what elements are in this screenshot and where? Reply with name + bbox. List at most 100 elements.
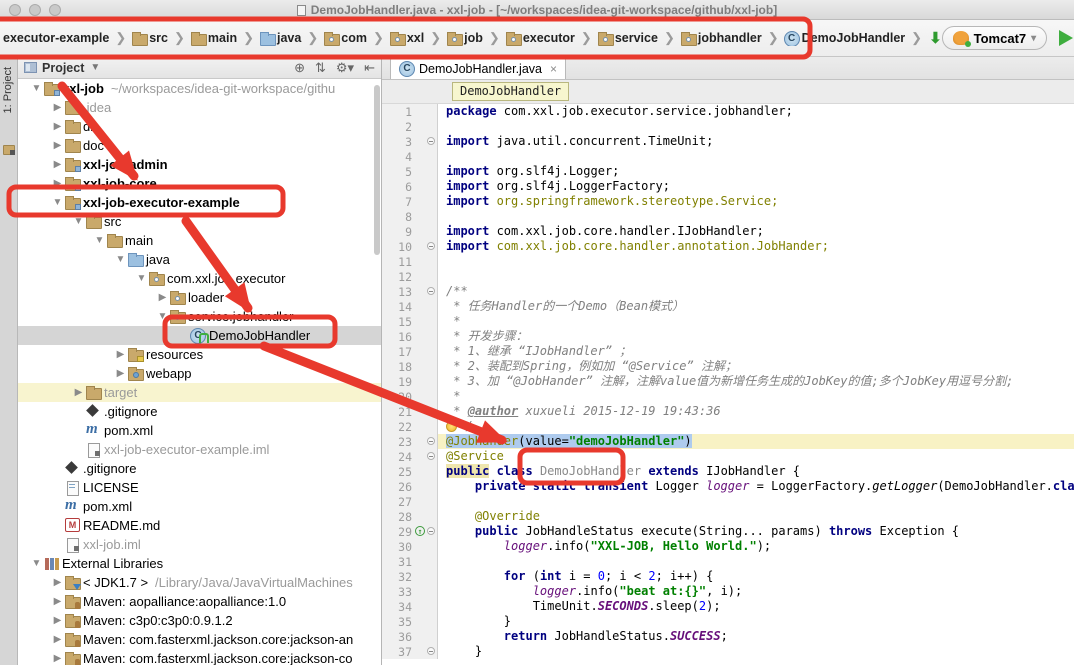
- code-line[interactable]: 5import org.slf4j.Logger;: [382, 164, 1074, 179]
- code-line[interactable]: 22 */: [382, 419, 1074, 434]
- expander-open-icon[interactable]: ▼: [135, 273, 148, 284]
- settings-gear-icon[interactable]: ⚙▾: [336, 60, 354, 75]
- expander-closed-icon[interactable]: ▶: [51, 615, 64, 626]
- code-line[interactable]: 10import com.xxl.job.core.handler.annota…: [382, 239, 1074, 254]
- fold-marker-icon[interactable]: [427, 647, 435, 655]
- tree-item-com-xxl-job-executor[interactable]: ▼com.xxl.job.executor: [18, 269, 381, 288]
- collapse-all-icon[interactable]: ⇅: [315, 60, 326, 75]
- breadcrumb-item-job[interactable]: job: [446, 31, 484, 46]
- code-line[interactable]: 12: [382, 269, 1074, 284]
- tree-item-xxl-job-executor-example[interactable]: ▼xxl-job-executor-example: [18, 193, 381, 212]
- code-line[interactable]: 11: [382, 254, 1074, 269]
- breadcrumb-item-java[interactable]: java: [259, 31, 302, 46]
- tree-item-external-libraries[interactable]: ▼External Libraries: [18, 554, 381, 573]
- code-line[interactable]: 37 }: [382, 644, 1074, 659]
- code-line[interactable]: 2: [382, 119, 1074, 134]
- expander-closed-icon[interactable]: ▶: [72, 387, 85, 398]
- fold-marker-icon[interactable]: [427, 137, 435, 145]
- code-line[interactable]: 3import java.util.concurrent.TimeUnit;: [382, 134, 1074, 149]
- expander-open-icon[interactable]: ▼: [114, 254, 127, 265]
- code-line[interactable]: 27: [382, 494, 1074, 509]
- fold-marker-icon[interactable]: [427, 452, 435, 460]
- code-line[interactable]: 8: [382, 209, 1074, 224]
- expander-open-icon[interactable]: ▼: [30, 83, 43, 94]
- code-line[interactable]: 7import org.springframework.stereotype.S…: [382, 194, 1074, 209]
- code-line[interactable]: 32 for (int i = 0; i < 2; i++) {: [382, 569, 1074, 584]
- tree-item-maven-com-fasterxml-jackson-core-jackson-co[interactable]: ▶Maven: com.fasterxml.jackson.core:jacks…: [18, 649, 381, 665]
- expander-closed-icon[interactable]: ▶: [51, 178, 64, 189]
- code-line[interactable]: 28 @Override: [382, 509, 1074, 524]
- tree-item--gitignore[interactable]: .gitignore: [18, 402, 381, 421]
- hide-panel-icon[interactable]: ⇤: [364, 60, 375, 75]
- run-button[interactable]: [1059, 30, 1073, 46]
- expander-closed-icon[interactable]: ▶: [51, 634, 64, 645]
- code-line[interactable]: 14 * 任务Handler的一个Demo（Bean模式）: [382, 299, 1074, 314]
- tree-item-xxl-job-admin[interactable]: ▶xxl-job-admin: [18, 155, 381, 174]
- tree-item-target[interactable]: ▶target: [18, 383, 381, 402]
- fold-marker-icon[interactable]: [427, 437, 435, 445]
- code-line[interactable]: 25public class DemoJobHandler extends IJ…: [382, 464, 1074, 479]
- expander-closed-icon[interactable]: ▶: [51, 102, 64, 113]
- tree-item-webapp[interactable]: ▶webapp: [18, 364, 381, 383]
- breadcrumb-item-main[interactable]: main: [190, 31, 238, 46]
- expander-closed-icon[interactable]: ▶: [114, 368, 127, 379]
- overriding-method-icon[interactable]: ↑: [415, 526, 425, 536]
- tree-item-pom-xml[interactable]: pom.xml: [18, 497, 381, 516]
- navbar-download-icon[interactable]: ⬇: [929, 29, 942, 47]
- fold-marker-icon[interactable]: [427, 287, 435, 295]
- expander-closed-icon[interactable]: ▶: [114, 349, 127, 360]
- class-breadcrumb-chip[interactable]: DemoJobHandler: [452, 82, 569, 101]
- intention-bulb-icon[interactable]: [446, 421, 457, 432]
- code-line[interactable]: 24@Service: [382, 449, 1074, 464]
- code-line[interactable]: 23@JobHander(value="demoJobHandler"): [382, 434, 1074, 449]
- tree-item-db[interactable]: ▶db: [18, 117, 381, 136]
- code-line[interactable]: 31: [382, 554, 1074, 569]
- expander-closed-icon[interactable]: ▶: [156, 292, 169, 303]
- locate-icon[interactable]: ⊕: [294, 60, 305, 75]
- code-line[interactable]: 21 * @author xuxueli 2015-12-19 19:43:36: [382, 404, 1074, 419]
- expander-open-icon[interactable]: ▼: [93, 235, 106, 246]
- breadcrumb-item-executor-example[interactable]: executor-example: [2, 31, 110, 45]
- close-tab-icon[interactable]: ×: [550, 62, 557, 76]
- tree-item-maven-com-fasterxml-jackson-core-jackson-an[interactable]: ▶Maven: com.fasterxml.jackson.core:jacks…: [18, 630, 381, 649]
- expander-open-icon[interactable]: ▼: [30, 558, 43, 569]
- tree-item-resources[interactable]: ▶resources: [18, 345, 381, 364]
- tree-item-license[interactable]: LICENSE: [18, 478, 381, 497]
- code-line[interactable]: 35 }: [382, 614, 1074, 629]
- expander-closed-icon[interactable]: ▶: [51, 159, 64, 170]
- tree-item--idea[interactable]: ▶.idea: [18, 98, 381, 117]
- code-line[interactable]: 18 * 2、装配到Spring，例如加 “@Service” 注解；: [382, 359, 1074, 374]
- tree-item-main[interactable]: ▼main: [18, 231, 381, 250]
- code-line[interactable]: 19 * 3、加 “@JobHander” 注解，注解value值为新增任务生成…: [382, 374, 1074, 389]
- code-line[interactable]: 9import com.xxl.job.core.handler.IJobHan…: [382, 224, 1074, 239]
- code-line[interactable]: 6import org.slf4j.LoggerFactory;: [382, 179, 1074, 194]
- code-line[interactable]: 20 *: [382, 389, 1074, 404]
- run-configuration-selector[interactable]: Tomcat7 ▾: [942, 26, 1048, 50]
- fold-marker-icon[interactable]: [427, 527, 435, 535]
- expander-open-icon[interactable]: ▼: [72, 216, 85, 227]
- expander-closed-icon[interactable]: ▶: [51, 596, 64, 607]
- breadcrumb-item-src[interactable]: src: [131, 31, 169, 46]
- code-line[interactable]: 1package com.xxl.job.executor.service.jo…: [382, 104, 1074, 119]
- expander-closed-icon[interactable]: ▶: [51, 140, 64, 151]
- tree-item--jdk1-7-[interactable]: ▶< JDK1.7 >/Library/Java/JavaVirtualMach…: [18, 573, 381, 592]
- expander-closed-icon[interactable]: ▶: [51, 653, 64, 664]
- code-line[interactable]: 26 private static transient Logger logge…: [382, 479, 1074, 494]
- breadcrumb-item-service[interactable]: service: [597, 31, 659, 46]
- project-tool-button[interactable]: 1: Project: [2, 67, 14, 113]
- tree-item-pom-xml[interactable]: pom.xml: [18, 421, 381, 440]
- code-line[interactable]: 17 * 1、继承 “IJobHandler” ；: [382, 344, 1074, 359]
- editor-tab[interactable]: DemoJobHandler.java ×: [390, 57, 566, 79]
- tree-item-readme-md[interactable]: README.md: [18, 516, 381, 535]
- tree-item-xxl-job-executor-example-iml[interactable]: xxl-job-executor-example.iml: [18, 440, 381, 459]
- code-line[interactable]: 16 * 开发步骤：: [382, 329, 1074, 344]
- tree-item-maven-aopalliance-aopalliance-1-0[interactable]: ▶Maven: aopalliance:aopalliance:1.0: [18, 592, 381, 611]
- code-line[interactable]: 30 logger.info("XXL-JOB, Hello World.");: [382, 539, 1074, 554]
- tree-item-java[interactable]: ▼java: [18, 250, 381, 269]
- code-line[interactable]: 34 TimeUnit.SECONDS.sleep(2);: [382, 599, 1074, 614]
- tree-item-loader[interactable]: ▶loader: [18, 288, 381, 307]
- tree-item-doc[interactable]: ▶doc: [18, 136, 381, 155]
- expander-open-icon[interactable]: ▼: [51, 197, 64, 208]
- breadcrumb-item-executor[interactable]: executor: [505, 31, 576, 46]
- code-line[interactable]: 13/**: [382, 284, 1074, 299]
